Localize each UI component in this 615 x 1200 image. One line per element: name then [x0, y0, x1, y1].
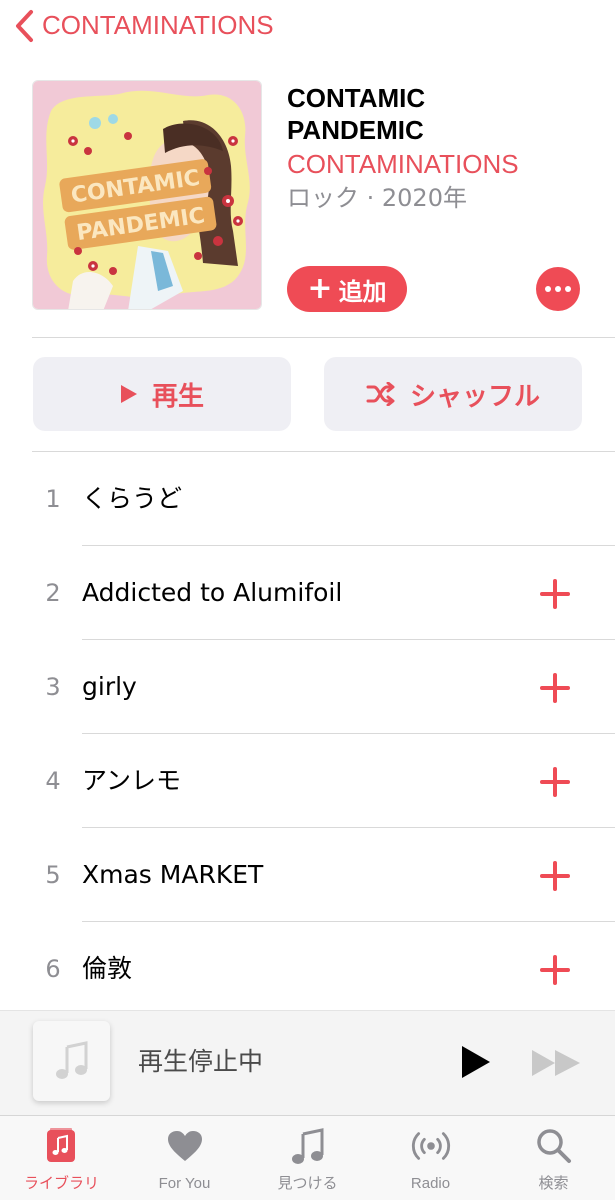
ellipsis-dot: [555, 286, 561, 292]
album-meta: ロック · 2020年: [287, 184, 467, 212]
add-album-button[interactable]: + 追加: [287, 266, 407, 312]
shuffle-label: シャッフル: [409, 381, 540, 412]
playback-status: 再生停止中: [138, 1047, 264, 1076]
add-album-label: 追加: [338, 277, 387, 306]
track-number: 1: [45, 485, 61, 513]
mini-player-artwork: [33, 1021, 110, 1101]
add-track-plus-icon[interactable]: [540, 861, 570, 891]
tab-browse[interactable]: 見つける: [246, 1116, 369, 1200]
add-track-plus-icon[interactable]: [540, 955, 570, 985]
library-icon: [42, 1126, 82, 1166]
track-title: 倫敦: [82, 954, 133, 983]
tab-library[interactable]: ライブラリ: [0, 1116, 123, 1200]
album-title-line-2: PANDEMIC: [287, 115, 424, 145]
divider: [32, 337, 615, 338]
play-icon[interactable]: [458, 1044, 492, 1080]
track-row[interactable]: 3 girly: [0, 640, 615, 734]
add-track-plus-icon[interactable]: [540, 767, 570, 797]
add-track-plus-icon[interactable]: [540, 579, 570, 609]
track-title: アンレモ: [82, 766, 182, 795]
track-title: Addicted to Alumifoil: [82, 578, 343, 607]
album-header: CONTAMIC PANDEMIC CONTAMIC PANDEMIC CONT…: [0, 62, 615, 332]
tab-for-you[interactable]: For You: [123, 1116, 246, 1200]
add-track-plus-icon[interactable]: [540, 673, 570, 703]
album-title: CONTAMIC PANDEMIC: [287, 82, 587, 146]
track-title: girly: [82, 672, 137, 701]
track-title: Xmas MARKET: [82, 860, 264, 889]
track-row[interactable]: 4 アンレモ: [0, 734, 615, 828]
play-label: 再生: [151, 381, 204, 412]
shuffle-button[interactable]: シャッフル: [324, 357, 582, 431]
play-button[interactable]: 再生: [33, 357, 291, 431]
tab-label: 検索: [538, 1175, 569, 1192]
track-row[interactable]: 5 Xmas MARKET: [0, 828, 615, 922]
fast-forward-icon[interactable]: [530, 1048, 582, 1078]
shuffle-icon: [366, 382, 395, 406]
track-title: くらうど: [82, 484, 183, 513]
track-number: 2: [45, 579, 61, 607]
music-note-icon: [55, 1041, 87, 1079]
play-icon: [120, 385, 137, 403]
album-artwork: CONTAMIC PANDEMIC: [32, 80, 262, 310]
album-title-line-1: CONTAMIC: [287, 83, 426, 113]
radio-icon: [411, 1126, 451, 1166]
more-options-button[interactable]: [536, 267, 580, 311]
tab-label: 見つける: [277, 1175, 338, 1192]
track-row[interactable]: 6 倫敦: [0, 922, 615, 1016]
track-number: 3: [45, 673, 61, 701]
tab-search[interactable]: 検索: [492, 1116, 615, 1200]
ellipsis-dot: [565, 286, 571, 292]
tab-label: ライブラリ: [23, 1175, 99, 1192]
tab-bar: ライブラリ For You 見つける Radio 検索: [0, 1115, 615, 1200]
tab-label: For You: [158, 1175, 211, 1192]
search-icon: [534, 1126, 574, 1166]
track-row[interactable]: 2 Addicted to Alumifoil: [0, 546, 615, 640]
music-note-icon: [288, 1126, 328, 1166]
plus-icon: +: [307, 271, 333, 306]
tab-label: Radio: [410, 1175, 451, 1192]
track-number: 5: [45, 861, 61, 889]
back-button[interactable]: CONTAMINATIONS: [42, 8, 274, 42]
track-row[interactable]: 1 くらうど: [0, 452, 615, 546]
heart-icon: [165, 1126, 205, 1166]
ellipsis-icon: [545, 286, 551, 292]
chevron-left-icon[interactable]: [12, 8, 38, 44]
tab-radio[interactable]: Radio: [369, 1116, 492, 1200]
album-artwork-illustration: CONTAMIC PANDEMIC: [33, 81, 261, 309]
mini-player[interactable]: 再生停止中: [0, 1010, 615, 1115]
navigation-bar: CONTAMINATIONS: [0, 0, 615, 52]
track-number: 6: [45, 955, 61, 983]
track-number: 4: [45, 767, 61, 795]
album-artist-link[interactable]: CONTAMINATIONS: [287, 148, 519, 180]
